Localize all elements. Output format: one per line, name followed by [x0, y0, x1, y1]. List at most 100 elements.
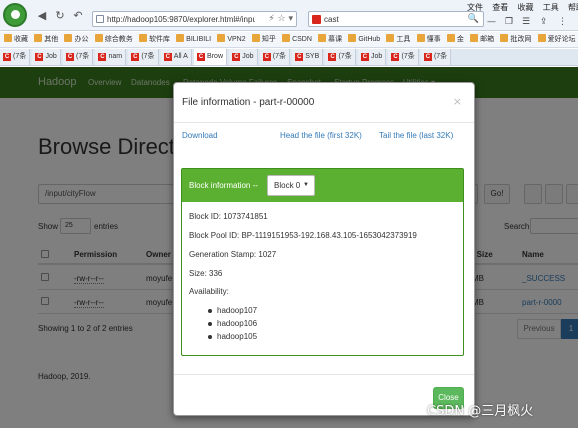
bookmark-item[interactable]: BILIBILI: [176, 32, 211, 47]
search-icon[interactable]: 🔍: [468, 14, 479, 24]
csdn-icon: C: [35, 53, 44, 61]
browser-tab[interactable]: C Job: [357, 49, 387, 65]
more-icon[interactable]: ⋮: [558, 17, 567, 27]
csdn-icon: C: [98, 53, 107, 61]
bookmark-item[interactable]: GitHub: [348, 32, 380, 47]
share-icon[interactable]: ⇪: [540, 17, 548, 27]
menu-tools[interactable]: 工具: [543, 3, 559, 12]
csdn-icon: C: [360, 53, 369, 61]
folder-icon: [386, 34, 395, 42]
csdn-icon: C: [391, 53, 400, 61]
bookmark-item[interactable]: 邮箱: [470, 32, 494, 47]
browser-tab[interactable]: C (7条: [63, 49, 94, 65]
restore-icon[interactable]: ❐: [505, 17, 513, 27]
bookmark-item[interactable]: 工具: [386, 32, 410, 47]
datanode-item: hadoop107: [207, 306, 258, 315]
menu-help[interactable]: 帮助: [568, 3, 578, 12]
folder-icon: [500, 34, 509, 42]
refresh-icon[interactable]: ↻: [54, 10, 66, 22]
folder-icon: [446, 34, 455, 42]
browser-tab[interactable]: C Job: [32, 49, 61, 65]
block-info-panel: Block information -- Block 0 ▼ Block ID:…: [181, 168, 464, 356]
menu-bar: 文件 查看 收藏 工具 帮助: [467, 2, 578, 13]
bookmark-item[interactable]: 知乎: [251, 32, 276, 47]
bookmark-item[interactable]: 金: [446, 32, 464, 47]
bookmark-item[interactable]: CSDN: [282, 32, 312, 47]
tail-file-link[interactable]: Tail the file (last 32K): [379, 131, 453, 140]
datanode-item: hadoop105: [207, 332, 258, 341]
block-size: Size: 336: [189, 269, 223, 278]
search-text[interactable]: cast: [324, 15, 339, 24]
browser-tab-active[interactable]: C Brow: [194, 49, 227, 65]
search-bar[interactable]: cast 🔍: [308, 11, 484, 27]
panel-header: Block information -- Block 0 ▼: [182, 169, 463, 202]
address-bar[interactable]: http://hadoop105:9870/explorer.html#/inp…: [92, 11, 297, 27]
bookmark-item[interactable]: 其他: [34, 32, 58, 47]
browser-tab[interactable]: C (7条: [128, 49, 159, 65]
minimize-icon[interactable]: —: [487, 17, 496, 27]
folder-icon: [318, 34, 327, 42]
csdn-icon: C: [3, 53, 11, 61]
browser-tab[interactable]: C (7条: [388, 49, 419, 65]
csdn-icon: C: [262, 53, 271, 61]
back-icon[interactable]: ◀: [36, 10, 48, 22]
folder-icon: [176, 34, 185, 42]
bookmark-item[interactable]: 软件库: [138, 32, 170, 47]
folder-icon: [537, 34, 546, 42]
browser-tab[interactable]: C (7条: [259, 49, 290, 65]
page-icon: [96, 15, 104, 23]
tab-strip: C (7条 C Job C (7条 Cnam C (7条 C All A C Brow CJ…: [0, 49, 578, 66]
star-icon: [4, 34, 12, 42]
menu-view[interactable]: 查看: [492, 3, 508, 12]
undo-icon[interactable]: ↶: [72, 10, 84, 22]
menu-favorites[interactable]: 收藏: [517, 3, 533, 12]
block-id: Block ID: 1073741851: [189, 212, 268, 221]
browser-tab[interactable]: C All A: [160, 49, 192, 65]
bookmark-item[interactable]: 爱好论坛: [537, 32, 576, 47]
download-link[interactable]: Download: [182, 131, 218, 140]
folder-icon: [64, 34, 73, 42]
bookmark-item[interactable]: 综合教务: [94, 32, 133, 47]
bookmarks-bar: 收藏 其他 办公 综合教务 软件库 BILIBILI VPN2 知乎 CSDN …: [0, 32, 578, 48]
modal-title: File information - part-r-00000: [182, 97, 315, 108]
datanode-item: hadoop106: [207, 319, 258, 328]
browser-logo-icon[interactable]: [3, 3, 27, 27]
bookmark-item[interactable]: 慕课: [318, 32, 342, 47]
bookmark-item[interactable]: VPN2: [217, 32, 246, 47]
file-info-modal: File information - part-r-00000 × Downlo…: [173, 82, 475, 416]
csdn-icon: C: [423, 53, 432, 61]
browser-tab[interactable]: C (7条: [325, 49, 356, 65]
menu-icon[interactable]: ☰: [522, 17, 530, 27]
folder-icon: [416, 34, 425, 42]
folder-icon: [470, 34, 479, 42]
browser-tab[interactable]: C SYB: [292, 49, 324, 65]
block-select-value: Block 0: [274, 181, 301, 190]
address-tools-icon[interactable]: ⚡ ☆ ▾: [268, 14, 293, 24]
browser-tab[interactable]: C (7条: [420, 49, 452, 65]
bookmark-item[interactable]: 批改网: [500, 32, 531, 47]
csdn-icon: C: [232, 53, 241, 61]
block-select[interactable]: Block 0 ▼: [267, 175, 315, 196]
close-icon[interactable]: ×: [453, 95, 462, 108]
bookmark-item[interactable]: 收藏: [4, 32, 28, 47]
head-file-link[interactable]: Head the file (first 32K): [280, 131, 362, 140]
browser-tab[interactable]: C (7条: [0, 49, 31, 65]
csdn-icon: C: [295, 53, 304, 61]
menu-file[interactable]: 文件: [467, 3, 483, 12]
folder-icon: [282, 34, 291, 42]
browser-tab[interactable]: C Job: [229, 49, 258, 65]
block-pool-id: Block Pool ID: BP-1119151953-192.168.43.…: [189, 231, 417, 240]
bookmark-item[interactable]: 办公: [64, 32, 88, 47]
search-engine-icon: [312, 15, 321, 24]
modal-header: File information - part-r-00000 ×: [174, 83, 474, 123]
url-text[interactable]: http://hadoop105:9870/explorer.html#/inp…: [107, 15, 255, 24]
folder-icon: [138, 34, 147, 42]
bookmark-item[interactable]: 懂事: [416, 32, 441, 47]
csdn-icon: C: [163, 53, 172, 61]
generation-stamp: Generation Stamp: 1027: [189, 250, 277, 259]
folder-icon: [348, 34, 357, 42]
folder-icon: [94, 34, 103, 42]
folder-icon: [251, 34, 260, 42]
browser-tab[interactable]: Cnam: [95, 49, 127, 65]
csdn-icon: C: [197, 53, 206, 61]
